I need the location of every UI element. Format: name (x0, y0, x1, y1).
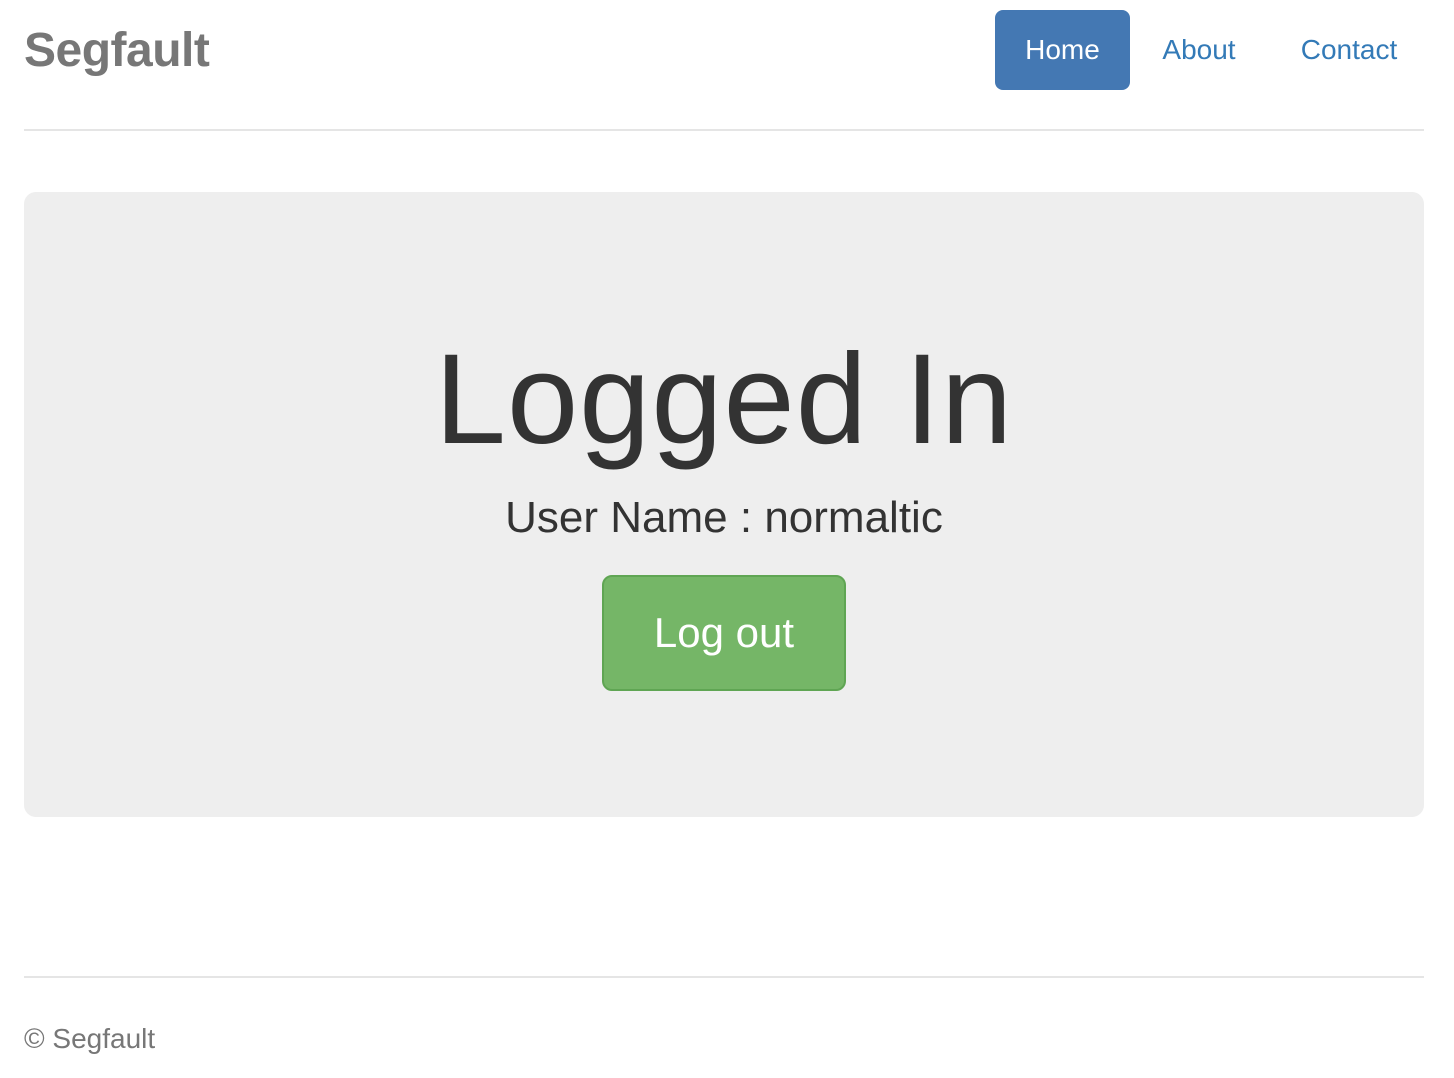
header: Segfault Home About Contact (24, 0, 1424, 131)
brand-logo[interactable]: Segfault (24, 22, 210, 80)
footer: © Segfault (24, 976, 1424, 1054)
page-title: Logged In (434, 328, 1014, 471)
page: Segfault Home About Contact Logged In Us… (0, 0, 1454, 1078)
footer-copyright: © Segfault (24, 1023, 156, 1054)
logout-button[interactable]: Log out (602, 575, 846, 691)
nav-item-contact[interactable]: Contact (1274, 10, 1424, 90)
nav-bar: Home About Contact (991, 10, 1424, 90)
user-name-text: User Name : normaltic (505, 493, 943, 542)
nav-item-about[interactable]: About (1134, 10, 1264, 90)
nav-item-home[interactable]: Home (995, 10, 1130, 90)
